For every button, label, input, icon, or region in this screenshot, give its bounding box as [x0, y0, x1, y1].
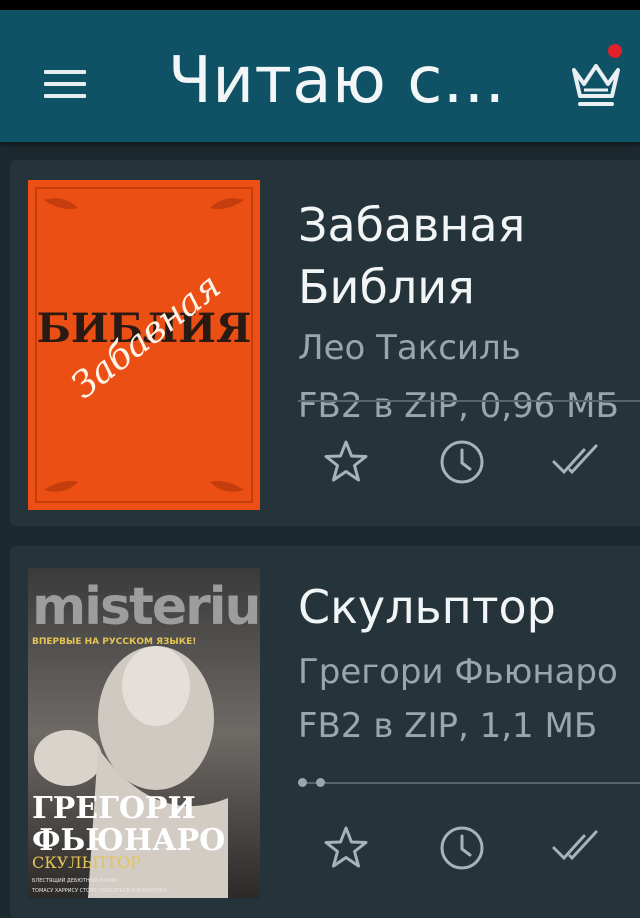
book-card[interactable]: misterium ВПЕРВЫЕ НА РУССКОМ ЯЗЫКЕ! ГРЕГ… [10, 546, 640, 918]
progress-line [298, 782, 640, 784]
notification-badge [608, 44, 622, 58]
double-check-icon [552, 444, 598, 475]
later-button[interactable] [434, 434, 490, 490]
premium-button[interactable] [566, 56, 626, 116]
book-title: Забавная [298, 198, 526, 252]
app-bar: Читаю с... [0, 10, 640, 142]
progress-marker [298, 778, 307, 787]
cover-tagline2: ТОМАСУ ХАРРИСУ СТОИТ ОПАСАТЬСЯ КОНКУРЕНТ… [31, 888, 168, 894]
menu-icon-bar [44, 82, 86, 86]
favorite-button[interactable] [318, 820, 374, 876]
book-title-line2: Библия [298, 260, 475, 314]
cover-series: misterium [32, 577, 260, 637]
book-cover[interactable]: БИБЛИЯ Забавная [28, 180, 260, 510]
book-format: FB2 в ZIP, 1,1 МБ [298, 706, 598, 746]
menu-button[interactable] [40, 62, 90, 106]
cover-banner: ВПЕРВЫЕ НА РУССКОМ ЯЗЫКЕ! [32, 637, 196, 647]
book-title: Скульптор [298, 580, 556, 634]
clock-icon [440, 440, 484, 484]
double-check-icon [552, 830, 598, 861]
star-icon [324, 440, 368, 482]
book-author: Лео Таксиль [298, 328, 521, 368]
favorite-button[interactable] [318, 434, 374, 490]
read-button[interactable] [550, 434, 606, 490]
progress-line [298, 400, 640, 402]
menu-icon-bar [44, 94, 86, 98]
book-cover[interactable]: misterium ВПЕРВЫЕ НА РУССКОМ ЯЗЫКЕ! ГРЕГ… [28, 568, 260, 898]
later-button[interactable] [434, 820, 490, 876]
cover-art: БИБЛИЯ Забавная [28, 180, 260, 510]
status-bar [0, 0, 640, 10]
book-format: FB2 в ZIP, 0,96 МБ [298, 386, 619, 426]
star-icon [324, 826, 368, 868]
cover-tagline1: БЛЕСТЯЩИЙ ДЕБЮТНЫЙ РОМАН. [32, 877, 120, 884]
clock-icon [440, 826, 484, 870]
progress-marker [316, 778, 325, 787]
book-actions [318, 820, 608, 876]
page-title: Читаю с... [168, 44, 506, 118]
cover-title: СКУЛЬПТОР [32, 853, 141, 872]
menu-icon [44, 70, 86, 74]
read-button[interactable] [550, 820, 606, 876]
crown-icon [572, 64, 620, 106]
book-actions [318, 434, 608, 490]
cover-art: misterium ВПЕРВЫЕ НА РУССКОМ ЯЗЫКЕ! ГРЕГ… [28, 568, 260, 898]
book-author: Грегори Фьюнаро [298, 652, 618, 692]
book-card[interactable]: БИБЛИЯ Забавная Забавная Библия Лео Такс… [10, 160, 640, 526]
cover-author-line1: ГРЕГОРИ [32, 791, 196, 826]
